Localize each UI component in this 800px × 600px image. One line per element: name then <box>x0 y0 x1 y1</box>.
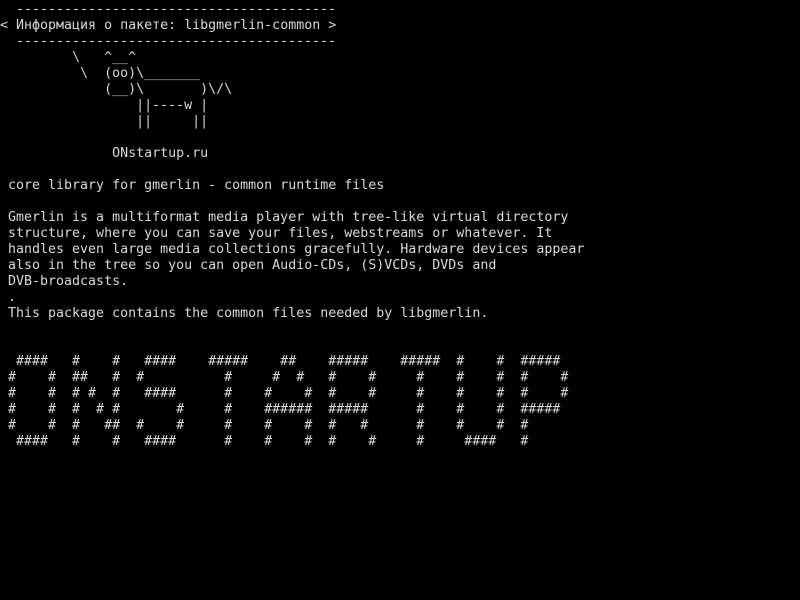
description-line: . <box>8 290 17 305</box>
cow-ascii-art: \ ^__^ \ (oo)\_______ (__)\ )\/\ ||----w… <box>8 50 800 130</box>
cow-art-line: ||----w | <box>8 98 209 113</box>
banner-line: # # # # # # # ###### ##### # # # ##### <box>8 402 561 417</box>
cow-art-line: || || <box>8 114 209 129</box>
cowsay-rule-bottom: ---------------------------------------- <box>8 34 337 49</box>
description-line: also in the tree so you can open Audio-C… <box>8 258 497 273</box>
description-line: Gmerlin is a multiformat media player wi… <box>8 210 569 225</box>
cow-art-line: \ ^__^ <box>8 50 137 65</box>
banner-line: # # # ## # # # # # # # # # # # <box>8 418 529 433</box>
banner-line: # # ## # # # # # # # # # # # # <box>8 370 569 385</box>
description-line: handles even large media collections gra… <box>8 242 585 257</box>
package-description: Gmerlin is a multiformat media player wi… <box>8 210 800 322</box>
cow-art-line: \ (oo)\_______ <box>8 66 201 81</box>
site-name: ONstartup.ru <box>8 146 209 161</box>
cow-art-line: (__)\ )\/\ <box>8 82 233 97</box>
banner-line: # # # # # #### # # # # # # # # # # <box>8 386 569 401</box>
cowsay-rule-top: ---------------------------------------- <box>8 2 337 17</box>
cowsay-title: < Информация о пакете: libgmerlin-common… <box>0 18 337 33</box>
description-line: This package contains the common files n… <box>8 306 489 321</box>
banner-line: #### # # #### # # # # # # #### # <box>8 434 529 449</box>
description-line: DVB-broadcasts. <box>8 274 129 289</box>
banner-line: #### # # #### ##### ## ##### ##### # # #… <box>8 354 561 369</box>
package-summary: core library for gmerlin - common runtim… <box>8 178 385 193</box>
ascii-banner: #### # # #### ##### ## ##### ##### # # #… <box>8 354 800 450</box>
terminal-screen[interactable]: ----------------------------------------… <box>0 0 800 600</box>
description-line: structure, where you can save your files… <box>8 226 553 241</box>
